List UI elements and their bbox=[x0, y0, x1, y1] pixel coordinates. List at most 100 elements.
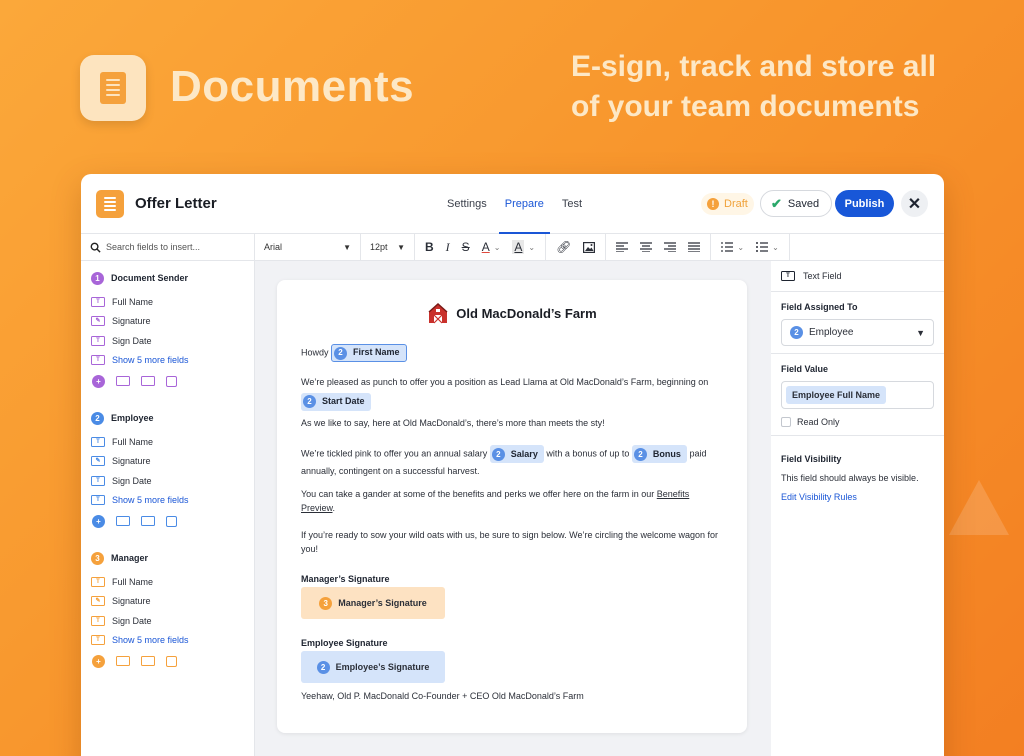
align-right-icon[interactable] bbox=[664, 242, 677, 252]
align-left-icon[interactable] bbox=[616, 242, 629, 252]
calendar-icon[interactable] bbox=[166, 655, 177, 667]
field-chip-label: Bonus bbox=[652, 448, 681, 459]
chevron-down-icon[interactable]: ⌄ bbox=[494, 243, 501, 252]
group-name: Manager bbox=[111, 553, 149, 563]
calendar-icon[interactable] bbox=[166, 375, 177, 387]
field-item-signature[interactable]: ✎ Signature bbox=[91, 312, 251, 332]
field-item-full-name[interactable]: T Full Name bbox=[91, 572, 251, 592]
link-icon[interactable]: 🔗︎ bbox=[556, 240, 571, 254]
tab-prepare[interactable]: Prepare bbox=[498, 174, 551, 234]
field-item-signature[interactable]: ✎ Signature bbox=[91, 592, 251, 612]
manager-signature-field[interactable]: 3 Manager’s Signature bbox=[301, 587, 445, 619]
field-value-input[interactable]: Employee Full Name bbox=[781, 381, 934, 409]
bold-icon[interactable]: B bbox=[425, 240, 434, 254]
format-group: B I S A ⌄ A ⌄ bbox=[415, 233, 547, 261]
paragraph-benefits: You can take a gander at some of the ben… bbox=[301, 488, 731, 515]
tab-test[interactable]: Test bbox=[562, 174, 582, 234]
chevron-down-icon[interactable]: ⌄ bbox=[528, 243, 535, 252]
salary-field[interactable]: 2 Salary bbox=[489, 445, 544, 463]
assignee-value: Employee bbox=[809, 327, 854, 338]
read-only-option[interactable]: Read Only bbox=[781, 417, 934, 427]
chevron-down-icon[interactable]: ⌄ bbox=[772, 243, 779, 252]
company-name: Old MacDonald’s Farm bbox=[456, 305, 597, 321]
show-more-fields-link[interactable]: T Show 5 more fields bbox=[91, 491, 251, 511]
read-only-checkbox[interactable] bbox=[781, 417, 791, 427]
field-value-section: Field Value Employee Full Name Read Only bbox=[771, 354, 944, 436]
dropdown-icon[interactable] bbox=[141, 656, 155, 666]
show-more-fields-link[interactable]: T Show 5 more fields bbox=[91, 351, 251, 371]
field-group-document-sender: 1 Document Sender T Full Name ✎ Signature … bbox=[91, 270, 251, 392]
align-center-icon[interactable] bbox=[640, 242, 653, 252]
italic-icon[interactable]: I bbox=[446, 240, 450, 255]
field-item-sign-date[interactable]: T Sign Date bbox=[91, 471, 251, 491]
first-name-field[interactable]: 2 First Name bbox=[331, 344, 407, 362]
image-icon[interactable] bbox=[583, 241, 596, 253]
preview-link[interactable]: Preview bbox=[301, 503, 333, 513]
field-chip-label: Salary bbox=[510, 448, 538, 459]
text-field-icon: T bbox=[91, 475, 105, 486]
field-label: Full Name bbox=[112, 296, 154, 307]
field-item-signature[interactable]: ✎ Signature bbox=[91, 452, 251, 472]
document-icon bbox=[100, 72, 126, 104]
field-label: Sign Date bbox=[112, 615, 152, 626]
company-header: Old MacDonald’s Farm bbox=[277, 302, 747, 324]
calendar-icon[interactable] bbox=[166, 515, 177, 527]
tab-settings[interactable]: Settings bbox=[447, 174, 487, 234]
field-item-sign-date[interactable]: T Sign Date bbox=[91, 331, 251, 351]
field-label: Sign Date bbox=[112, 335, 152, 346]
field-label: Signature bbox=[112, 596, 151, 607]
app-window: Offer Letter Settings Prepare Test ! Dra… bbox=[81, 174, 944, 756]
check-icon: ✔ bbox=[771, 195, 782, 211]
signer-badge: 3 bbox=[91, 551, 104, 565]
field-item-sign-date[interactable]: T Sign Date bbox=[91, 611, 251, 631]
document-icon bbox=[96, 190, 124, 218]
signer-badge: 2 bbox=[491, 447, 505, 461]
saved-button[interactable]: ✔ Saved bbox=[760, 190, 833, 217]
text-input-icon[interactable] bbox=[116, 516, 130, 526]
benefits-link[interactable]: Benefits bbox=[657, 489, 690, 499]
text-color-icon[interactable]: A bbox=[482, 240, 490, 254]
field-item-full-name[interactable]: T Full Name bbox=[91, 292, 251, 312]
text-field-icon: T bbox=[91, 296, 105, 307]
edit-visibility-link[interactable]: Edit Visibility Rules bbox=[781, 492, 934, 502]
paragraph-text: You can take a gander at some of the ben… bbox=[301, 489, 655, 499]
font-size-select[interactable]: 12pt ▼ bbox=[361, 233, 415, 261]
dropdown-icon[interactable] bbox=[141, 376, 155, 386]
paragraph-text: annually, contingent on a successful har… bbox=[301, 466, 480, 476]
chevron-down-icon[interactable]: ⌄ bbox=[737, 243, 744, 252]
document-canvas: Old MacDonald’s Farm Howdy 2 First Name W… bbox=[255, 261, 771, 756]
documents-app-icon bbox=[80, 55, 146, 121]
status-badge: ! Draft bbox=[701, 193, 754, 215]
assignee-dropdown[interactable]: 2 Employee ▼ bbox=[781, 319, 934, 346]
search-input[interactable]: Search fields to insert... bbox=[106, 242, 200, 252]
group-header: 2 Employee bbox=[91, 410, 251, 426]
field-item-full-name[interactable]: T Full Name bbox=[91, 432, 251, 452]
dropdown-icon[interactable] bbox=[141, 516, 155, 526]
text-input-icon[interactable] bbox=[116, 376, 130, 386]
strikethrough-icon[interactable]: S bbox=[462, 240, 470, 254]
show-more-fields-link[interactable]: T Show 5 more fields bbox=[91, 631, 251, 651]
add-field-icon[interactable]: + bbox=[92, 514, 105, 528]
employee-signature-field[interactable]: 2 Employee’s Signature bbox=[301, 651, 445, 683]
field-search[interactable]: Search fields to insert... bbox=[81, 233, 255, 261]
bullet-list-icon[interactable] bbox=[756, 242, 769, 252]
align-justify-icon[interactable] bbox=[688, 242, 701, 252]
highlight-color-icon[interactable]: A bbox=[512, 240, 525, 254]
signature-icon: ✎ bbox=[91, 456, 105, 467]
publish-button[interactable]: Publish bbox=[835, 190, 894, 217]
paragraph-sty: As we like to say, here at Old MacDonald… bbox=[301, 418, 605, 428]
add-field-icon[interactable]: + bbox=[92, 654, 105, 668]
text-field-icon: T bbox=[91, 495, 105, 506]
barn-icon bbox=[428, 302, 448, 324]
text-input-icon[interactable] bbox=[116, 656, 130, 666]
field-label: Signature bbox=[112, 456, 151, 467]
paragraph-salary: We’re tickled pink to offer you an annua… bbox=[301, 445, 731, 480]
bonus-field[interactable]: 2 Bonus bbox=[631, 445, 687, 463]
add-field-icon[interactable]: + bbox=[92, 374, 105, 388]
field-chip-label: Start Date bbox=[322, 395, 365, 406]
close-icon[interactable]: ✕ bbox=[901, 190, 928, 217]
numbered-list-icon[interactable] bbox=[721, 242, 734, 252]
text-field-icon: T bbox=[781, 271, 795, 281]
font-family-select[interactable]: Arial ▼ bbox=[255, 233, 361, 261]
start-date-field[interactable]: 2 Start Date bbox=[301, 392, 371, 411]
